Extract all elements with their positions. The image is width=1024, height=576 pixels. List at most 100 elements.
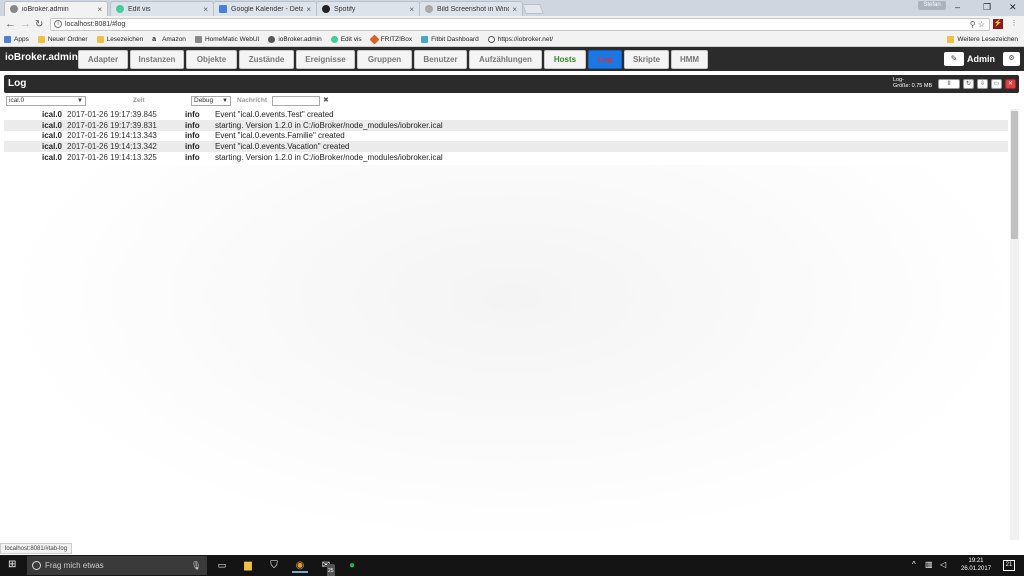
microphone-icon[interactable]: 🎙 <box>191 556 201 575</box>
scrollbar-thumb[interactable] <box>1011 111 1018 239</box>
log-message: starting. Version 1.2.0 in C:/ioBroker/n… <box>215 153 443 163</box>
address-bar: ← → ↻ i localhost:8081/#log ⚲ ☆ ⚡ ⋮ <box>0 16 1024 33</box>
browser-tab-strip: ioBroker.admin × Edit vis × Google Kalen… <box>0 0 1024 16</box>
bookmark-label: ioBroker.admin <box>278 36 322 43</box>
back-icon[interactable]: ← <box>5 18 16 31</box>
browser-tab[interactable]: Bild Screenshot in Windo × <box>419 1 523 16</box>
tab-adapter[interactable]: Adapter <box>78 50 128 69</box>
spotify-icon[interactable]: ● <box>344 558 360 573</box>
bookmark-fitbit[interactable]: Fitbit Dashboard <box>421 36 479 43</box>
tab-ereignisse[interactable]: Ereignisse <box>296 50 355 69</box>
refresh-icon[interactable]: ↻ <box>963 79 974 89</box>
bookmark-fritzbox[interactable]: FRITZ!Box <box>369 34 412 45</box>
minimize-icon[interactable]: – <box>955 2 960 12</box>
bookmark-amazon[interactable]: a Amazon <box>152 36 186 43</box>
taskbar-clock[interactable]: 19:21 26.01.2017 <box>961 557 991 573</box>
browser-tab-title: Edit vis <box>128 5 151 13</box>
browser-tab-title: Google Kalender - Detai <box>231 5 304 13</box>
task-view-icon[interactable]: ▭ <box>214 558 230 573</box>
browser-tab-title: Bild Screenshot in Windo <box>437 5 510 13</box>
bookmark-other[interactable]: Weitere Lesezeichen <box>947 36 1018 43</box>
folder-icon <box>947 36 955 43</box>
tab-zustaende[interactable]: Zustände <box>239 50 294 69</box>
network-icon[interactable]: ▥ <box>925 560 933 569</box>
page-favicon-icon <box>425 5 433 13</box>
log-message: Event "ical.0.events.Familie" created <box>215 131 345 141</box>
bookmark-iobroker-net[interactable]: https://iobroker.net/ <box>487 36 554 43</box>
chevron-down-icon: ▼ <box>77 98 83 104</box>
log-severity: info <box>185 142 200 152</box>
reload-icon[interactable]: ↻ <box>35 18 43 31</box>
log-row: ical.0 2017-01-26 19:14:13.343 info Even… <box>4 130 1008 142</box>
bookmark-apps[interactable]: Apps <box>4 36 29 43</box>
menu-icon[interactable]: ⋮ <box>1009 19 1019 29</box>
taskbar-search-input[interactable]: Frag mich etwas 🎙 <box>27 556 207 575</box>
fritzbox-icon <box>369 34 380 45</box>
file-explorer-icon[interactable]: ▆ <box>240 558 256 573</box>
bookmark-label: Fitbit Dashboard <box>431 36 479 43</box>
extension-icon[interactable]: ⚡ <box>993 19 1003 29</box>
chrome-icon[interactable]: ◉ <box>292 558 308 573</box>
browser-tab[interactable]: Spotify × <box>316 1 420 16</box>
url-input[interactable]: i localhost:8081/#log ⚲ ☆ <box>50 18 990 31</box>
volume-icon[interactable]: ◁ <box>940 560 946 569</box>
tab-hmm[interactable]: HMM <box>671 50 708 69</box>
tab-hosts[interactable]: Hosts <box>544 50 586 69</box>
log-message: starting. Version 1.2.0 in C:/ioBroker/n… <box>215 120 443 130</box>
zoom-and-star-icons[interactable]: ⚲ ☆ <box>970 19 985 30</box>
bookmark-iobroker[interactable]: ioBroker.admin <box>268 36 322 43</box>
tab-instanzen[interactable]: Instanzen <box>130 50 184 69</box>
tab-skripte[interactable]: Skripte <box>624 50 669 69</box>
close-tab-icon[interactable]: × <box>409 5 414 14</box>
download-icon[interactable]: ⇩ <box>977 79 988 89</box>
gear-icon[interactable]: ⚙ <box>1003 52 1020 66</box>
log-severity: info <box>185 153 200 163</box>
bookmark-folder[interactable]: Neuer Ordner <box>37 36 88 43</box>
maximize-icon[interactable]: ❐ <box>983 2 991 13</box>
browser-tab[interactable]: Google Kalender - Detai × <box>213 1 317 16</box>
close-tab-icon[interactable]: × <box>97 5 102 14</box>
browser-tab[interactable]: ioBroker.admin × <box>4 1 108 16</box>
tray-overflow-icon[interactable]: ^ <box>912 560 916 569</box>
log-source: ical.0 <box>41 131 62 141</box>
mail-badge: 25 <box>327 564 335 576</box>
store-icon[interactable]: ⛉ <box>266 558 282 573</box>
message-filter-input[interactable] <box>272 96 320 106</box>
bookmark-vis[interactable]: Edit vis <box>330 36 362 43</box>
tab-gruppen[interactable]: Gruppen <box>357 50 412 69</box>
new-tab-button[interactable] <box>522 4 544 14</box>
bookmark-folder[interactable]: Lesezeichen <box>96 36 143 43</box>
tab-benutzer[interactable]: Benutzer <box>414 50 467 69</box>
close-tab-icon[interactable]: × <box>306 5 311 14</box>
background <box>0 165 1024 545</box>
severity-select[interactable]: Debug ▼ <box>191 96 231 106</box>
bookmark-label: https://iobroker.net/ <box>497 36 554 43</box>
profile-badge[interactable]: Stefan <box>918 1 946 10</box>
browser-tab[interactable]: Edit vis × <box>110 1 214 16</box>
log-message: Event "ical.0.events.Vacation" created <box>215 142 350 152</box>
close-tab-icon[interactable]: × <box>512 5 517 14</box>
close-tab-icon[interactable]: × <box>203 5 208 14</box>
site-info-icon[interactable]: i <box>54 20 62 28</box>
notifications-icon[interactable]: 21 <box>1003 560 1015 571</box>
delete-icon[interactable]: ✕ <box>1005 79 1016 89</box>
severity-select-value: Debug <box>194 97 214 104</box>
clear-icon[interactable]: ▭ <box>991 79 1002 89</box>
tab-log[interactable]: Log <box>588 50 622 69</box>
log-source: ical.0 <box>41 120 62 130</box>
log-time: 2017-01-26 19:17:39.845 <box>67 109 157 119</box>
bookmark-homematic[interactable]: HomeMatic WebUI <box>194 36 259 43</box>
clear-filter-icon[interactable]: ✖ <box>323 96 329 104</box>
source-select[interactable]: ical.0 ▼ <box>6 96 86 106</box>
edit-icon[interactable]: ✎ <box>944 52 964 66</box>
tab-aufzaehlungen[interactable]: Aufzählungen <box>469 50 542 69</box>
forward-icon[interactable]: → <box>20 18 31 31</box>
log-message: Event "ical.0.events.Test" created <box>215 109 334 119</box>
bookmarks-bar: Apps Neuer Ordner Lesezeichen a Amazon Ho… <box>0 33 1024 47</box>
vis-icon <box>330 36 338 43</box>
windows-start-icon[interactable]: ⊞ <box>8 560 16 570</box>
mail-icon[interactable]: ✉ 25 <box>318 558 335 576</box>
pause-button[interactable]: II <box>938 79 960 89</box>
tab-objekte[interactable]: Objekte <box>186 50 237 69</box>
close-window-icon[interactable]: ✕ <box>1009 2 1017 13</box>
